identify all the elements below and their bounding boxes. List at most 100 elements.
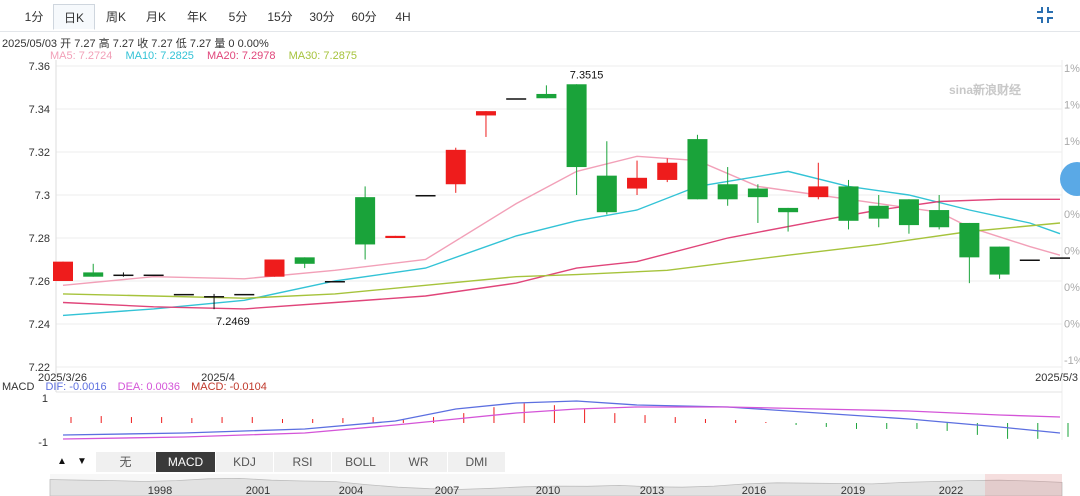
period-tab-bar: 1分 日K 周K 月K 年K 5分 15分 30分 60分 4H <box>0 0 1080 32</box>
candle <box>898 199 919 234</box>
info-volume-label: 量 <box>214 38 226 50</box>
candle-body <box>838 186 859 221</box>
info-open: 7.27 <box>74 38 96 50</box>
overview-year-label: 2019 <box>841 485 865 496</box>
indicator-tab-boll[interactable]: BOLL <box>332 452 390 472</box>
candle-body <box>475 111 496 116</box>
sina-watermark: sina新浪财经 <box>949 82 1021 97</box>
right-tick-label: 1% <box>1064 100 1080 112</box>
candle-body <box>264 259 285 277</box>
price-annotation: 7.2469 <box>216 316 250 328</box>
candle <box>264 259 285 277</box>
overview-strip <box>50 474 1062 496</box>
right-tick-label: 0% <box>1064 246 1080 258</box>
tab-30min[interactable]: 30分 <box>301 4 343 30</box>
indicator-tab-dmi[interactable]: DMI <box>448 452 506 472</box>
candle-body <box>898 199 919 226</box>
tab-60min[interactable]: 60分 <box>343 4 385 30</box>
ma-line-ma30 <box>62 222 1061 299</box>
right-tick-label: -1% <box>1064 355 1080 367</box>
candle <box>385 235 406 238</box>
candle <box>113 272 134 277</box>
candle-body <box>143 274 164 277</box>
right-tick-label: 0% <box>1064 282 1080 294</box>
candle-body <box>415 195 436 197</box>
overview-year-label: 2016 <box>742 485 766 496</box>
candle <box>959 222 980 284</box>
ohlc-info-bar: 2025/05/03 开 7.27 高 7.27 收 7.27 低 7.27 量… <box>2 35 269 51</box>
candle-body <box>808 186 829 198</box>
tab-monthly-k[interactable]: 月K <box>137 4 175 30</box>
candle <box>747 184 768 223</box>
macd-title: MACD <box>2 381 35 393</box>
candle <box>475 111 496 137</box>
tab-5min[interactable]: 5分 <box>219 4 257 30</box>
candle <box>929 195 950 230</box>
y-tick-label: 7.26 <box>29 276 50 288</box>
macd-dif: DIF: -0.0016 <box>45 381 107 393</box>
info-close-label: 收 <box>137 38 149 50</box>
candle-body <box>234 293 255 296</box>
overview-year-label: 2007 <box>435 485 459 496</box>
ma-line-ma5 <box>62 155 1061 286</box>
candle-body <box>778 207 799 213</box>
candle-body <box>596 175 617 213</box>
side-scroll-handle[interactable] <box>1060 162 1080 196</box>
y-tick-label: 7.3 <box>35 190 50 202</box>
right-tick-label: 0% <box>1064 209 1080 221</box>
candle <box>989 246 1010 279</box>
candle <box>717 167 738 206</box>
indicator-tab-macd[interactable]: MACD <box>156 452 216 472</box>
indicator-tab-wr[interactable]: WR <box>390 452 448 472</box>
macd-dea: DEA: 0.0036 <box>117 381 181 393</box>
overview-year-label: 2001 <box>246 485 270 496</box>
overview-year-label: 1998 <box>148 485 172 496</box>
info-close: 7.27 <box>151 38 173 50</box>
overview-window <box>985 474 1062 496</box>
macd-dif-line <box>62 400 1061 436</box>
fullscreen-icon[interactable] <box>1036 6 1054 24</box>
overview-year-label: 2010 <box>536 485 560 496</box>
macd-dea-line <box>62 406 1061 440</box>
candle <box>506 98 527 100</box>
tab-1min[interactable]: 1分 <box>15 4 53 30</box>
candle-body <box>747 188 768 198</box>
candle-body <box>657 162 678 180</box>
candle-body <box>355 197 376 245</box>
candle <box>687 134 708 200</box>
ma-legend: MA5: 7.2724 MA10: 7.2825 MA20: 7.2978 MA… <box>50 50 367 62</box>
overview-year-label: 2004 <box>339 485 363 496</box>
tab-yearly-k[interactable]: 年K <box>177 4 217 30</box>
tab-4h[interactable]: 4H <box>386 4 420 30</box>
y-tick-label: 7.28 <box>29 233 50 245</box>
candle <box>596 141 617 215</box>
legend-ma5: MA5: 7.2724 <box>50 50 113 62</box>
indicator-tab-rsi[interactable]: RSI <box>274 452 332 472</box>
overview-area <box>49 477 1063 496</box>
info-high: 7.27 <box>112 38 135 50</box>
candle <box>1050 257 1070 259</box>
indicator-tab-kdj[interactable]: KDJ <box>216 452 274 472</box>
info-low-label: 低 <box>175 38 187 50</box>
candle <box>808 162 829 200</box>
y-tick-label: 7.24 <box>29 319 50 331</box>
candle-body <box>445 149 466 185</box>
scroll-down-button[interactable]: ▼ <box>70 452 94 472</box>
candle-body <box>1050 257 1070 259</box>
tab-weekly-k[interactable]: 周K <box>97 4 135 30</box>
tab-daily-k[interactable]: 日K <box>53 4 95 30</box>
indicator-tab-none[interactable]: 无 <box>96 452 156 472</box>
candle-body <box>53 261 73 281</box>
ma-line-ma10 <box>62 170 1061 317</box>
tab-15min[interactable]: 15分 <box>259 4 301 30</box>
candle <box>83 263 104 277</box>
y-tick-label: 7.22 <box>29 362 50 374</box>
right-tick-label: 1% <box>1064 63 1080 75</box>
candle <box>53 261 73 281</box>
kline-chart[interactable]: 7.367.347.327.37.287.267.247.22 1%1%1%1%… <box>0 0 1080 496</box>
candle <box>355 186 376 260</box>
candle <box>868 195 889 228</box>
y-tick-label: 7.36 <box>29 61 50 73</box>
candle <box>627 160 648 195</box>
legend-ma10: MA10: 7.2825 <box>125 50 194 62</box>
